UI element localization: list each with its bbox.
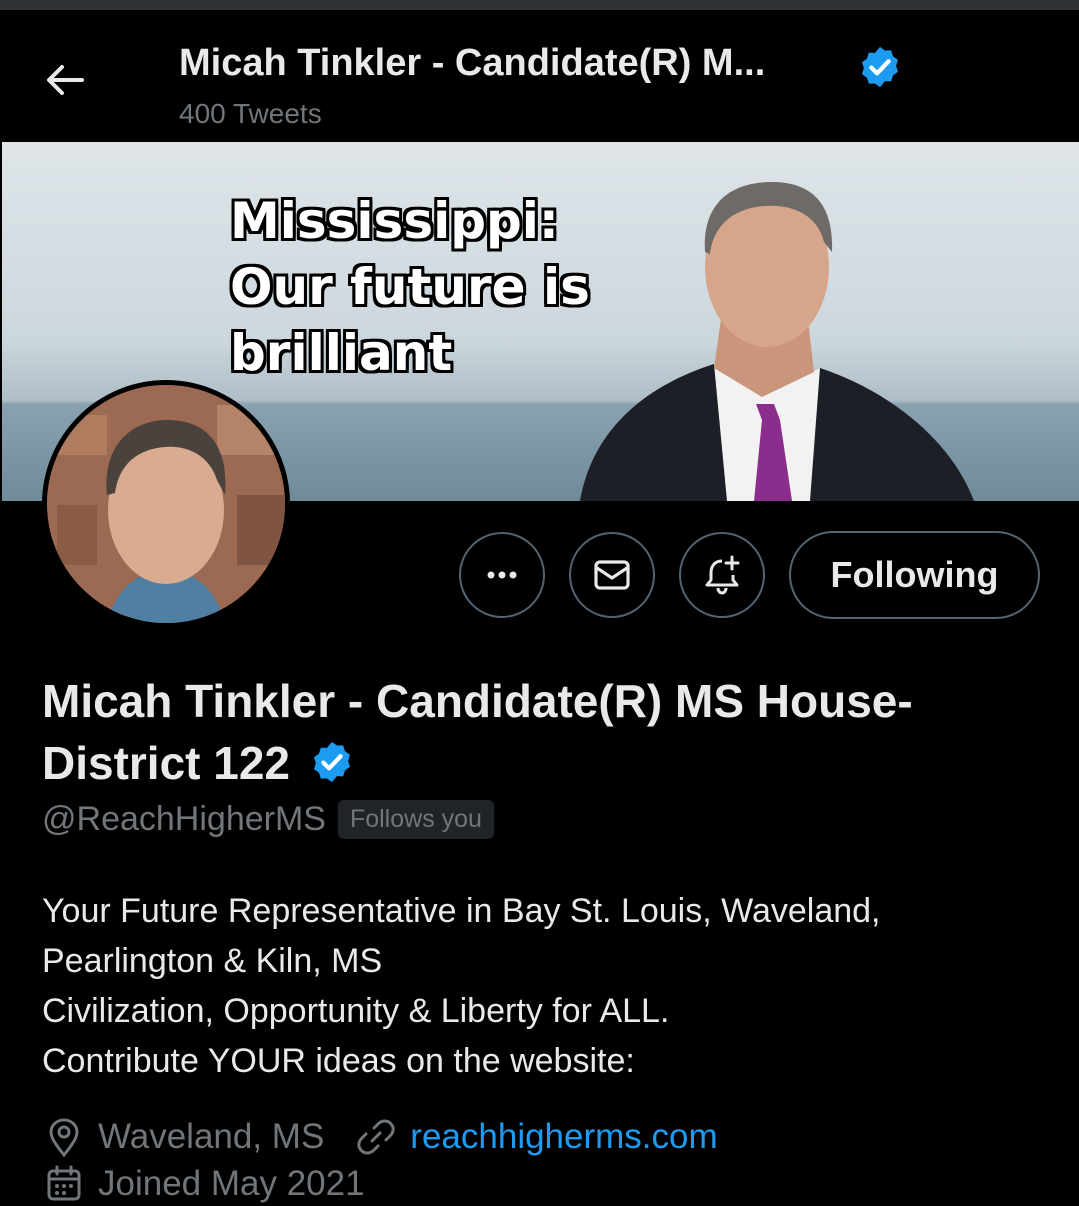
- bio-line: Your Future Representative in Bay St. Lo…: [42, 892, 881, 930]
- verified-badge-icon: [313, 741, 350, 783]
- location-pin-icon: [49, 1118, 79, 1158]
- calendar-icon: [47, 1165, 81, 1201]
- back-button[interactable]: [40, 55, 90, 105]
- profile-joined-row: Joined May 2021: [42, 1162, 365, 1206]
- bio-line: Pearlington & Kiln, MS: [42, 942, 383, 980]
- avatar-photo: [47, 385, 285, 623]
- bell-plus-icon: [705, 555, 740, 595]
- profile-handle: @ReachHigherMS: [42, 800, 326, 838]
- avatar[interactable]: [42, 380, 290, 628]
- header-title: Micah Tinkler - Candidate(R) M...: [179, 42, 766, 84]
- profile-meta-row: Waveland, MS reachhigherms.com: [42, 1115, 718, 1159]
- verified-badge-icon: [861, 46, 899, 88]
- bio-line: Civilization, Opportunity & Liberty for …: [42, 992, 670, 1030]
- handle-row: @ReachHigherMS Follows you: [42, 800, 494, 839]
- profile-header: Micah Tinkler - Candidate(R) M... 400 Tw…: [0, 10, 1079, 141]
- profile-website-link[interactable]: reachhigherms.com: [410, 1117, 717, 1157]
- link-icon: [357, 1119, 395, 1155]
- notifications-button[interactable]: [679, 532, 765, 618]
- more-horizontal-icon: [487, 571, 517, 579]
- mail-icon: [594, 560, 630, 590]
- profile-location: Waveland, MS: [98, 1117, 325, 1156]
- profile-name: Micah Tinkler - Candidate(R) MS House-Di…: [42, 670, 1052, 794]
- following-button[interactable]: Following: [789, 531, 1040, 619]
- profile-name-text: Micah Tinkler - Candidate(R) MS House-Di…: [42, 675, 913, 789]
- more-button[interactable]: [459, 532, 545, 618]
- status-strip: [0, 0, 1079, 10]
- arrow-left-icon: [47, 65, 84, 95]
- follows-you-badge: Follows you: [337, 800, 494, 839]
- tweet-count: 400 Tweets: [179, 98, 322, 129]
- profile-joined: Joined May 2021: [98, 1164, 365, 1203]
- profile-bio: Your Future Representative in Bay St. Lo…: [42, 886, 1042, 1086]
- message-button[interactable]: [569, 532, 655, 618]
- bio-line: Contribute YOUR ideas on the website:: [42, 1042, 635, 1080]
